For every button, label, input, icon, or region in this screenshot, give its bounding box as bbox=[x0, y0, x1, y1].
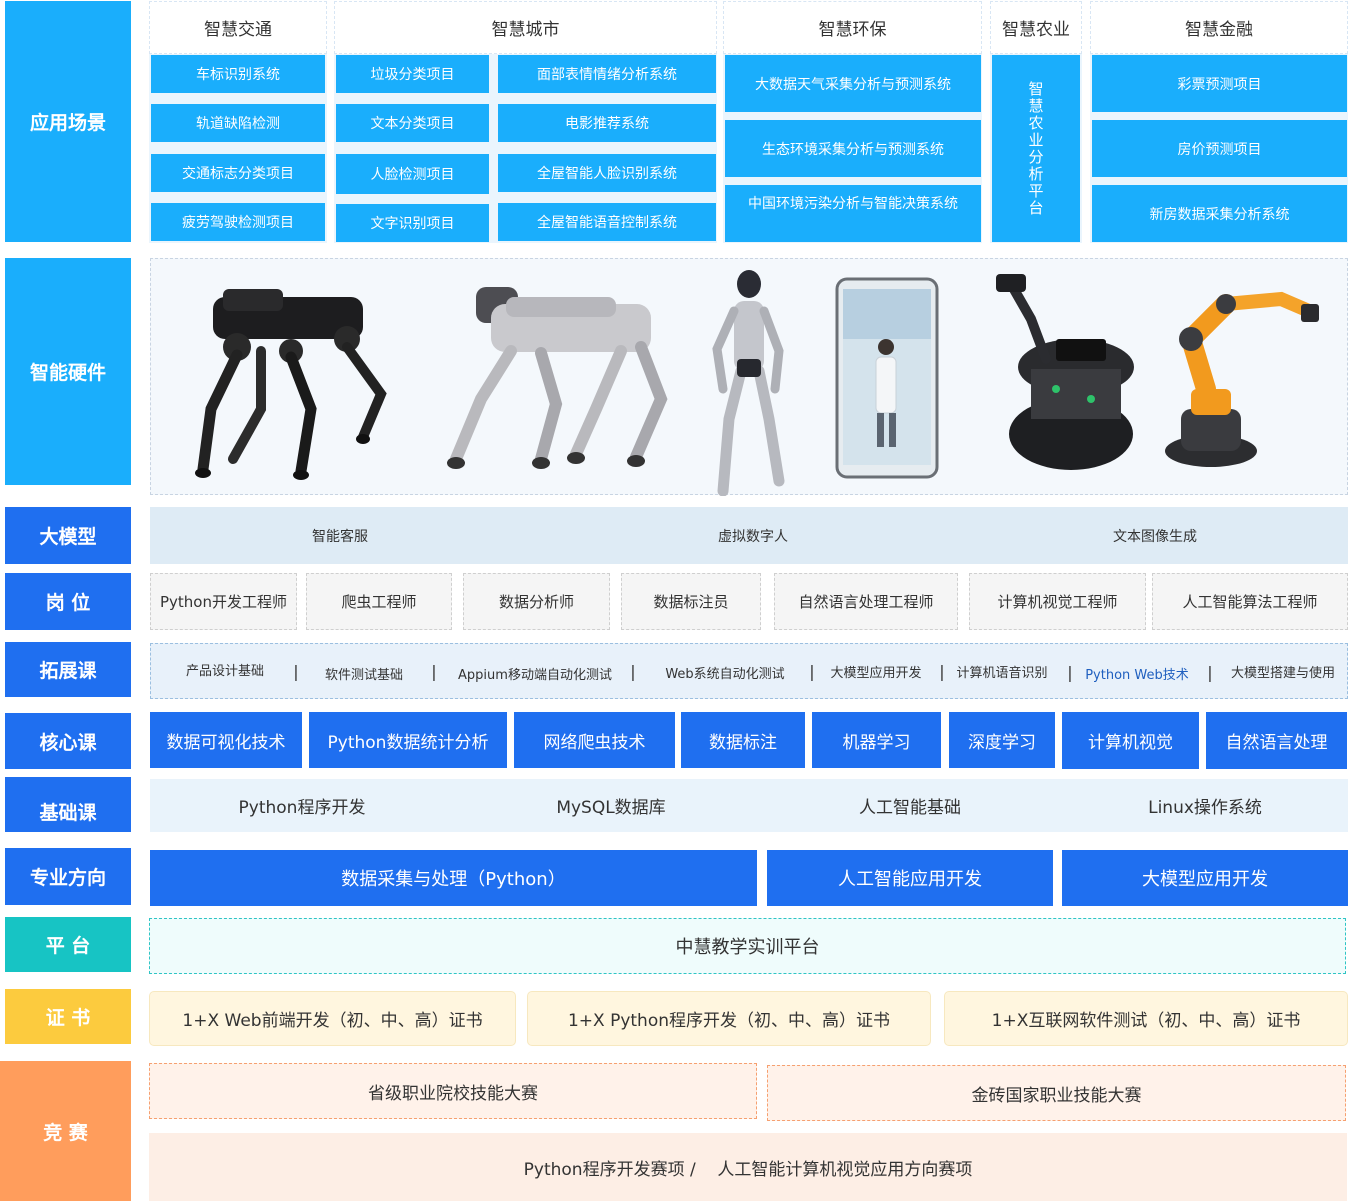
scenario-title-env: 智慧环保 bbox=[723, 1, 982, 54]
row-label-certificate: 证 书 bbox=[5, 989, 131, 1044]
basic-course: MySQL数据库 bbox=[556, 798, 666, 818]
scenario-title-agri: 智慧农业 bbox=[990, 1, 1082, 54]
certificate-item: 1+X Python程序开发（初、中、高）证书 bbox=[527, 991, 931, 1046]
orange-robot-arm-icon bbox=[1165, 291, 1319, 467]
row-label-major: 专业方向 bbox=[5, 848, 131, 905]
scenario-agri-vertical-text: 智慧农业分析平台 bbox=[1026, 80, 1045, 217]
extension-bar: 产品设计基础 | 软件测试基础 | Appium移动端自动化测试 | Web系统… bbox=[150, 643, 1348, 699]
extension-item: 计算机语音识别 bbox=[956, 665, 1048, 681]
basic-bar: Python程序开发 MySQL数据库 人工智能基础 Linux操作系统 bbox=[150, 779, 1348, 832]
basic-course: 人工智能基础 bbox=[859, 798, 961, 818]
competition-item: 金砖国家职业技能大赛 bbox=[767, 1065, 1346, 1121]
extension-item: Appium移动端自动化测试 bbox=[458, 667, 612, 683]
row-label-core: 核心课 bbox=[5, 713, 131, 769]
platform-bar: 中慧教学实训平台 bbox=[149, 918, 1346, 974]
row-label-jobs: 岗 位 bbox=[5, 573, 131, 630]
scenario-item: 人脸检测项目 bbox=[336, 154, 489, 194]
scenario-item: 疲劳驾驶检测项目 bbox=[151, 203, 325, 241]
scenario-item: 垃圾分类项目 bbox=[336, 55, 489, 93]
scenario-item: 交通标志分类项目 bbox=[151, 154, 325, 192]
job-item: Python开发工程师 bbox=[150, 573, 297, 630]
mobile-robot-arm-platform-icon bbox=[996, 274, 1134, 470]
core-course: 网络爬虫技术 bbox=[514, 712, 675, 768]
llm-item: 文本图像生成 bbox=[1113, 528, 1197, 545]
black-robot-dog-icon bbox=[195, 289, 387, 480]
extension-item: Web系统自动化测试 bbox=[665, 666, 785, 682]
row-label-scenarios: 应用场景 bbox=[5, 1, 131, 242]
job-item: 数据标注员 bbox=[621, 573, 761, 630]
extension-item: 大模型搭建与使用 bbox=[1230, 665, 1335, 681]
extension-separator: | bbox=[431, 661, 437, 681]
extension-separator: | bbox=[809, 661, 815, 681]
scenario-title-finance: 智慧金融 bbox=[1090, 1, 1348, 54]
scenario-item: 轨道缺陷检测 bbox=[151, 104, 325, 142]
major-direction: 人工智能应用开发 bbox=[767, 850, 1053, 906]
core-course: 数据可视化技术 bbox=[150, 712, 302, 768]
row-label-platform: 平 台 bbox=[5, 917, 131, 972]
major-direction: 大模型应用开发 bbox=[1062, 850, 1348, 906]
hardware-illustrations bbox=[195, 270, 1319, 497]
scenario-item: 大数据天气采集分析与预测系统 bbox=[725, 55, 981, 112]
virtual-human-display-icon bbox=[835, 277, 939, 479]
scenario-item: 车标识别系统 bbox=[151, 55, 325, 93]
row-label-basic: 基础课 bbox=[5, 777, 131, 832]
llm-bar: 智能客服 虚拟数字人 文本图像生成 bbox=[150, 507, 1348, 564]
scenario-item: 文字识别项目 bbox=[336, 204, 489, 242]
competition-item: 省级职业院校技能大赛 bbox=[149, 1063, 757, 1119]
core-course: Python数据统计分析 bbox=[309, 712, 507, 768]
row-label-extension: 拓展课 bbox=[5, 642, 131, 697]
scenario-item: 新房数据采集分析系统 bbox=[1092, 185, 1347, 242]
extension-item: 产品设计基础 bbox=[185, 663, 264, 679]
job-item: 爬虫工程师 bbox=[306, 573, 452, 630]
major-direction: 数据采集与处理（Python） bbox=[150, 850, 757, 906]
scenario-item: 电影推荐系统 bbox=[498, 104, 716, 142]
competition-events: Python程序开发赛项 / 人工智能计算机视觉应用方向赛项 bbox=[149, 1133, 1347, 1201]
core-course: 机器学习 bbox=[812, 712, 941, 768]
extension-separator: | bbox=[630, 661, 636, 681]
job-item: 计算机视觉工程师 bbox=[969, 573, 1146, 630]
extension-item: 大模型应用开发 bbox=[830, 665, 922, 681]
extension-separator: | bbox=[1207, 662, 1213, 682]
core-course: 深度学习 bbox=[949, 712, 1055, 768]
extension-separator: | bbox=[939, 661, 945, 681]
core-course: 数据标注 bbox=[681, 712, 805, 768]
scenario-title-city: 智慧城市 bbox=[334, 1, 717, 54]
humanoid-robot-icon bbox=[712, 270, 785, 497]
certificate-item: 1+X Web前端开发（初、中、高）证书 bbox=[149, 991, 516, 1046]
row-label-llm: 大模型 bbox=[5, 507, 131, 564]
row-label-hardware: 智能硬件 bbox=[5, 258, 131, 485]
scenario-agri-block: 智慧农业分析平台 bbox=[992, 55, 1080, 242]
job-item: 数据分析师 bbox=[463, 573, 610, 630]
scenario-item: 生态环境采集分析与预测系统 bbox=[725, 120, 981, 177]
scenario-item: 彩票预测项目 bbox=[1092, 55, 1347, 112]
job-item: 人工智能算法工程师 bbox=[1152, 573, 1348, 630]
extension-separator: | bbox=[293, 661, 299, 681]
scenario-item: 中国环境污染分析与智能决策系统 bbox=[725, 185, 981, 242]
row-label-competition: 竞 赛 bbox=[0, 1061, 131, 1201]
llm-item: 虚拟数字人 bbox=[718, 528, 788, 545]
extension-item: 软件测试基础 bbox=[324, 667, 403, 683]
scenario-item: 房价预测项目 bbox=[1092, 120, 1347, 177]
extension-item-highlight: Python Web技术 bbox=[1085, 667, 1189, 683]
scenario-item: 面部表情情绪分析系统 bbox=[498, 55, 716, 93]
extension-separator: | bbox=[1067, 662, 1073, 682]
scenario-item: 全屋智能语音控制系统 bbox=[498, 203, 716, 241]
scenario-title-traffic: 智慧交通 bbox=[149, 1, 327, 54]
job-item: 自然语言处理工程师 bbox=[774, 573, 958, 630]
certificate-item: 1+X互联网软件测试（初、中、高）证书 bbox=[944, 991, 1348, 1046]
core-course: 自然语言处理 bbox=[1206, 712, 1347, 769]
silver-robot-dog-icon bbox=[447, 287, 668, 469]
llm-item: 智能客服 bbox=[312, 528, 368, 545]
basic-course: Python程序开发 bbox=[238, 798, 366, 818]
scenario-item: 文本分类项目 bbox=[336, 104, 489, 142]
basic-course: Linux操作系统 bbox=[1148, 798, 1262, 818]
scenario-item: 全屋智能人脸识别系统 bbox=[498, 154, 716, 192]
hardware-panel bbox=[150, 258, 1348, 497]
core-course: 计算机视觉 bbox=[1062, 712, 1199, 769]
